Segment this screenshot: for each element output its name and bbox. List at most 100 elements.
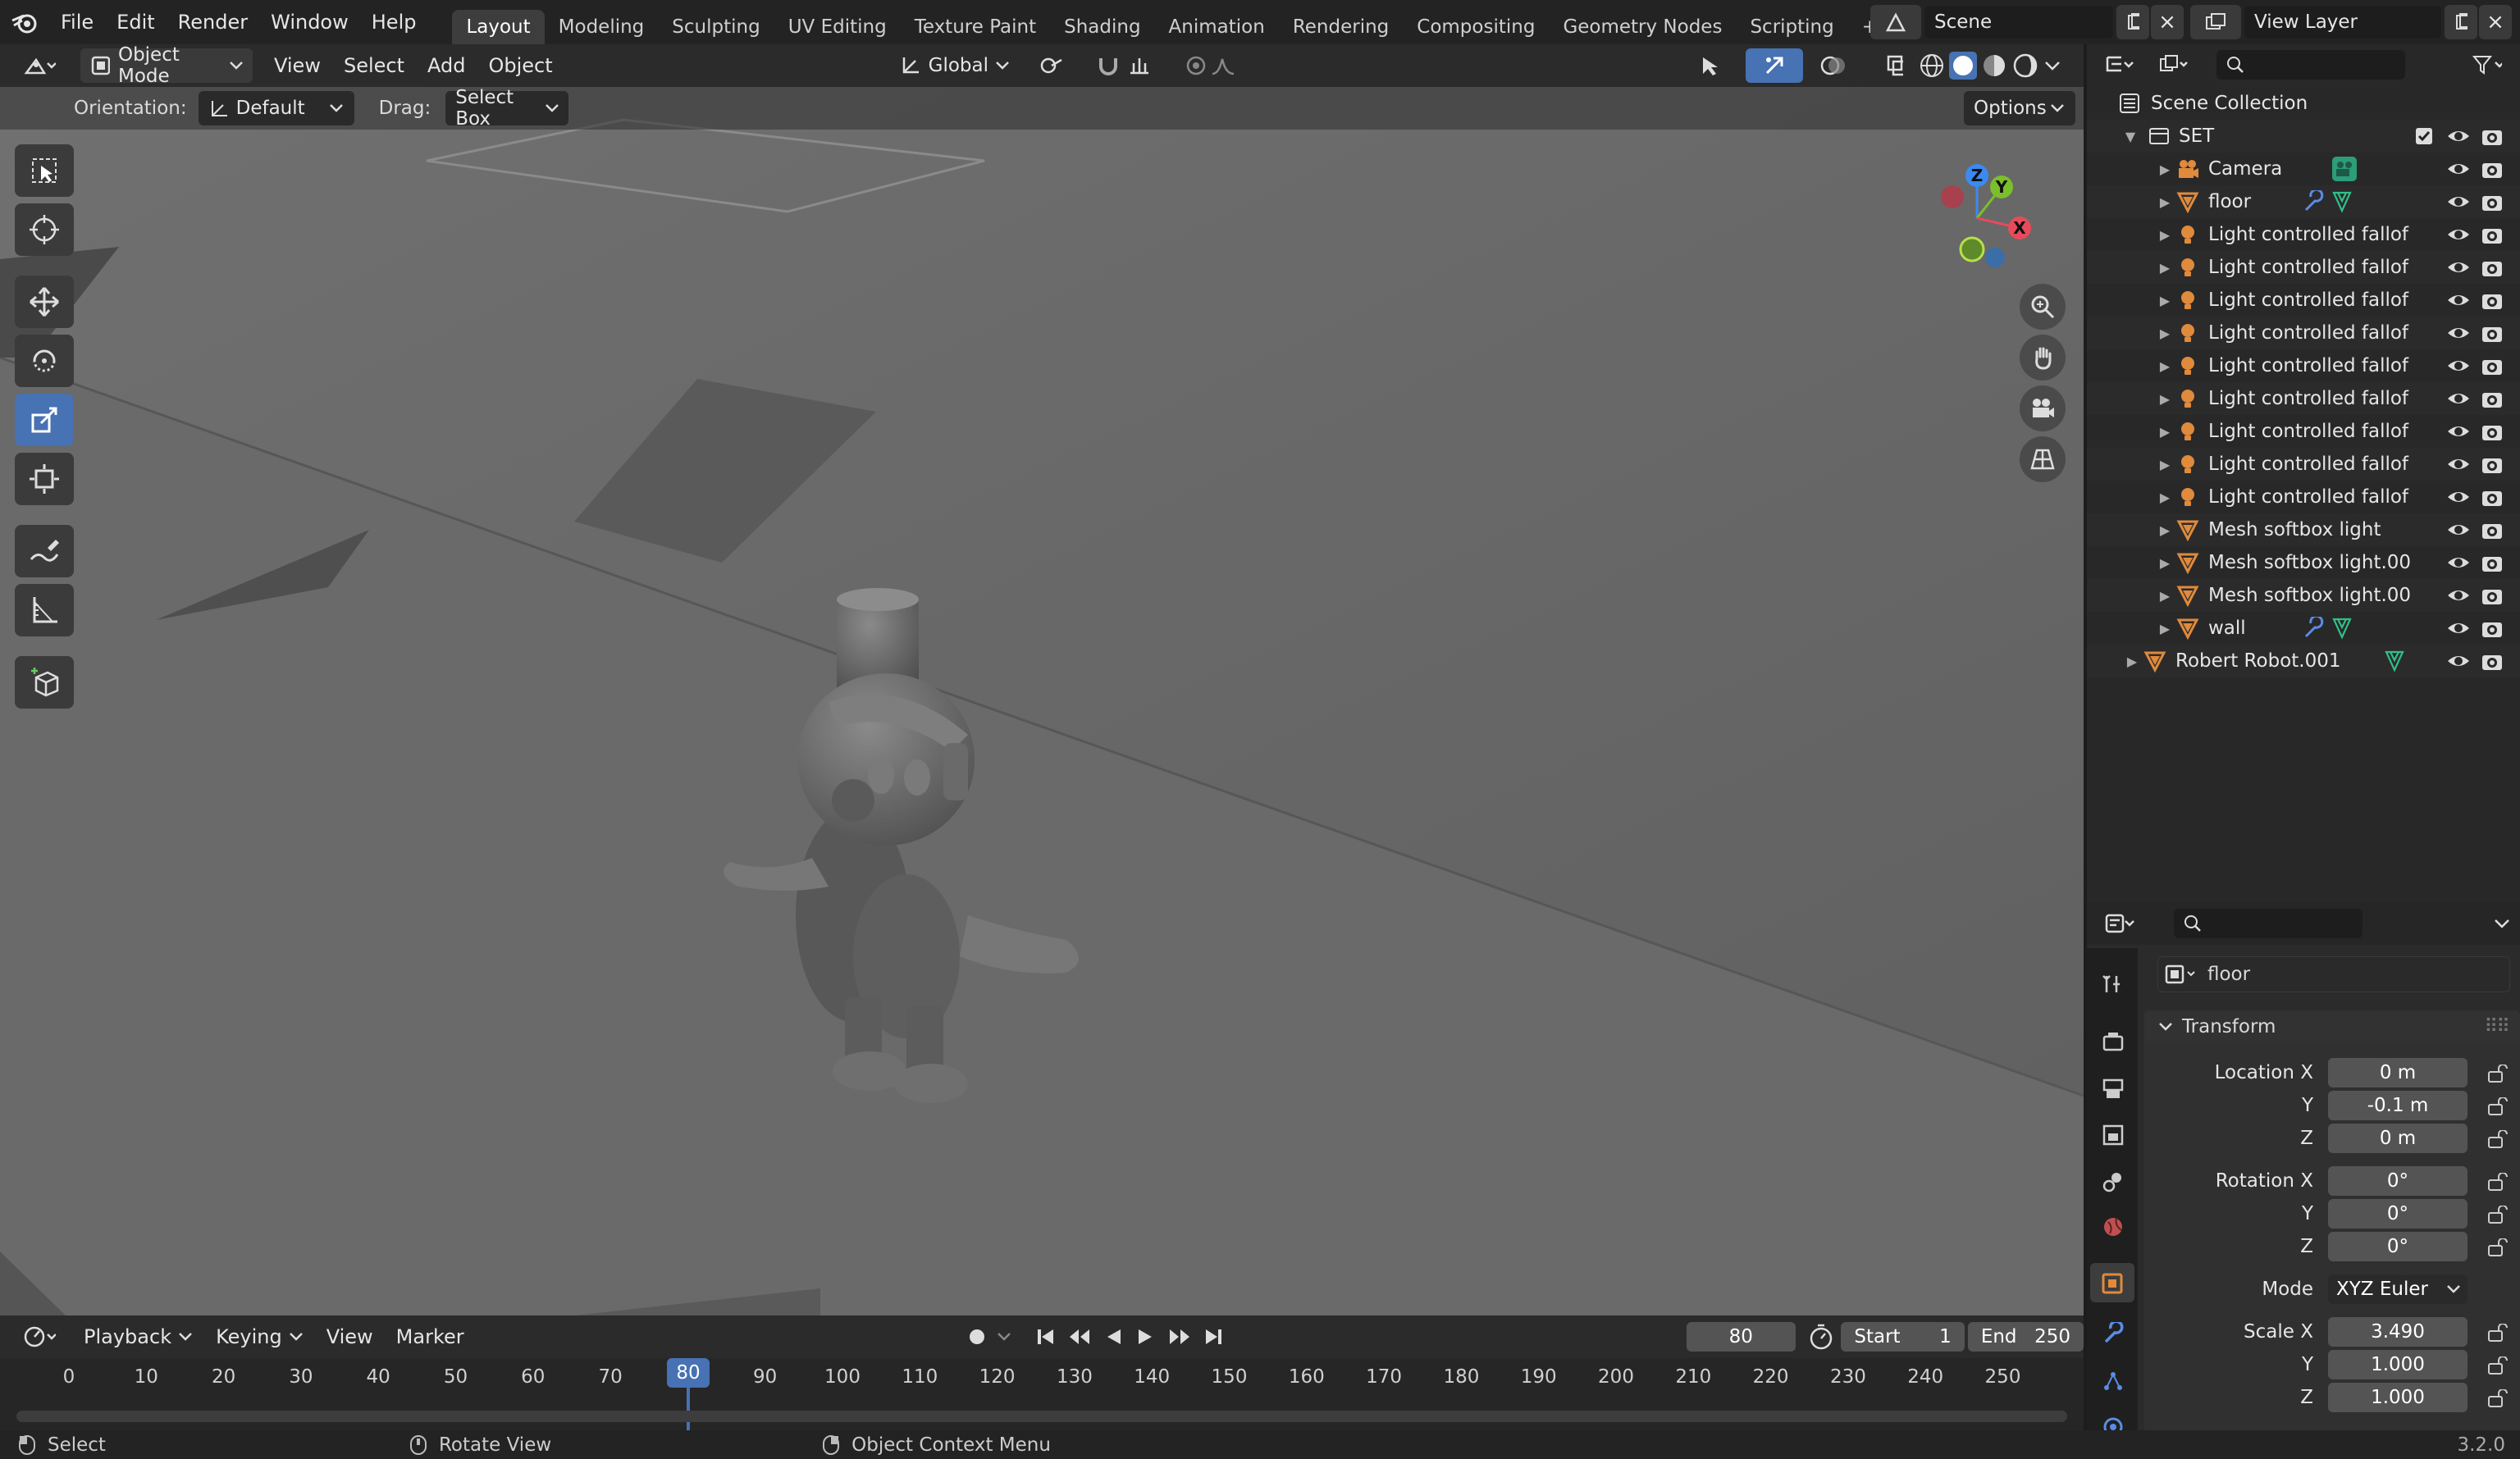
menu-render[interactable]: Render bbox=[167, 0, 259, 44]
lock-icon[interactable] bbox=[2487, 1173, 2512, 1191]
render-camera-icon[interactable] bbox=[2481, 422, 2504, 443]
xray-icon[interactable] bbox=[1875, 48, 1913, 83]
outliner-editor-type-icon[interactable] bbox=[2095, 48, 2144, 82]
eye-icon[interactable] bbox=[2446, 454, 2471, 474]
options-dropdown[interactable]: Options bbox=[1964, 91, 2075, 125]
collection-row-set[interactable]: ▼ SET bbox=[2087, 120, 2520, 153]
tab-layout[interactable]: Layout bbox=[452, 10, 545, 44]
new-view-layer-icon[interactable] bbox=[2445, 5, 2477, 39]
properties-search-input[interactable] bbox=[2174, 909, 2362, 938]
eye-icon[interactable] bbox=[2446, 323, 2471, 343]
rotation-x-input[interactable]: 0° bbox=[2328, 1166, 2468, 1196]
collapsed-triangle-icon[interactable]: ▶ bbox=[2157, 293, 2172, 308]
snap-toggle[interactable] bbox=[1083, 48, 1165, 83]
scale-x-input[interactable]: 3.490 bbox=[2328, 1317, 2468, 1347]
overlays-toggle[interactable] bbox=[1810, 48, 1867, 83]
eye-icon[interactable] bbox=[2446, 586, 2471, 605]
filter-icon[interactable] bbox=[2463, 48, 2512, 82]
eye-icon[interactable] bbox=[2446, 422, 2471, 441]
editor-type-icon[interactable] bbox=[13, 48, 66, 83]
outliner-search-input[interactable] bbox=[2216, 50, 2405, 80]
camera-view-icon[interactable] bbox=[2020, 385, 2066, 431]
render-camera-icon[interactable] bbox=[2481, 290, 2504, 312]
expanded-triangle-icon[interactable]: ▼ bbox=[2123, 129, 2138, 144]
render-camera-icon[interactable] bbox=[2481, 258, 2504, 279]
outliner-row-light[interactable]: ▶ Light controlled fallof bbox=[2087, 448, 2520, 481]
menu-select[interactable]: Select bbox=[332, 44, 416, 87]
tool-tab-icon[interactable] bbox=[2102, 973, 2125, 996]
solid-shading-icon[interactable] bbox=[1948, 52, 1977, 80]
render-camera-icon[interactable] bbox=[2481, 225, 2504, 246]
scale-y-input[interactable]: 1.000 bbox=[2328, 1350, 2468, 1379]
render-camera-icon[interactable] bbox=[2481, 586, 2504, 607]
object-name-field[interactable]: floor bbox=[2157, 956, 2510, 992]
outliner-row-mesh[interactable]: ▶ floor bbox=[2087, 185, 2520, 218]
outliner-row-robert[interactable]: ▶ Robert Robot.001 bbox=[2087, 645, 2520, 677]
object-tab-active[interactable] bbox=[2090, 1263, 2134, 1302]
outliner-row-mesh[interactable]: ▶ Mesh softbox light.00 bbox=[2087, 579, 2520, 612]
properties-editor-type-icon[interactable] bbox=[2095, 906, 2144, 941]
menu-keying[interactable]: Keying bbox=[204, 1315, 315, 1358]
view-layer-tab-icon[interactable] bbox=[2102, 1124, 2125, 1147]
outliner-row-light[interactable]: ▶ Light controlled fallof bbox=[2087, 251, 2520, 284]
start-frame-input[interactable]: Start 1 bbox=[1841, 1322, 1965, 1352]
collapsed-triangle-icon[interactable]: ▶ bbox=[2157, 391, 2172, 407]
tab-rendering[interactable]: Rendering bbox=[1279, 10, 1403, 44]
scene-collection-row[interactable]: Scene Collection bbox=[2087, 87, 2520, 120]
tab-compositing[interactable]: Compositing bbox=[1403, 10, 1549, 44]
mode-dropdown[interactable]: Object Mode bbox=[80, 44, 253, 87]
move-tool-icon[interactable] bbox=[15, 276, 74, 328]
modifier-wrench-icon[interactable] bbox=[2102, 1322, 2125, 1345]
rotation-y-input[interactable]: 0° bbox=[2328, 1199, 2468, 1229]
jump-start-icon[interactable] bbox=[1035, 1326, 1057, 1347]
collapsed-triangle-icon[interactable]: ▶ bbox=[2157, 162, 2172, 177]
playhead-frame-badge[interactable]: 80 bbox=[667, 1358, 710, 1388]
collapsed-triangle-icon[interactable]: ▶ bbox=[2157, 457, 2172, 472]
collapsed-triangle-icon[interactable]: ▶ bbox=[2157, 588, 2172, 604]
scene-name-field[interactable]: Scene bbox=[1924, 6, 2113, 39]
tab-geometry-nodes[interactable]: Geometry Nodes bbox=[1549, 10, 1736, 44]
eye-icon[interactable] bbox=[2446, 225, 2471, 244]
render-camera-icon[interactable] bbox=[2481, 192, 2504, 213]
eye-icon[interactable] bbox=[2446, 356, 2471, 376]
exclude-checkbox-icon[interactable] bbox=[2415, 127, 2433, 145]
rotation-z-input[interactable]: 0° bbox=[2328, 1232, 2468, 1261]
lock-icon[interactable] bbox=[2487, 1356, 2512, 1375]
prev-keyframe-icon[interactable] bbox=[1068, 1326, 1091, 1347]
outliner-row-mesh[interactable]: ▶ Mesh softbox light bbox=[2087, 513, 2520, 546]
play-icon[interactable] bbox=[1135, 1326, 1157, 1347]
chevron-down-icon[interactable] bbox=[2492, 918, 2512, 929]
pivot-point-icon[interactable] bbox=[1029, 48, 1078, 83]
render-camera-icon[interactable] bbox=[2481, 126, 2504, 148]
new-scene-icon[interactable] bbox=[2116, 5, 2149, 39]
measure-tool-icon[interactable] bbox=[15, 584, 74, 636]
menu-object[interactable]: Object bbox=[477, 44, 564, 87]
eye-icon[interactable] bbox=[2446, 651, 2471, 671]
proportional-editing[interactable] bbox=[1173, 48, 1247, 83]
render-camera-icon[interactable] bbox=[2481, 389, 2504, 410]
scene-tab-icon[interactable] bbox=[2102, 1169, 2125, 1192]
add-cube-tool-icon[interactable] bbox=[15, 656, 74, 709]
collapsed-triangle-icon[interactable]: ▶ bbox=[2157, 326, 2172, 341]
cursor-tool-icon[interactable] bbox=[15, 203, 74, 256]
collapsed-triangle-icon[interactable]: ▶ bbox=[2157, 358, 2172, 374]
outliner-row-mesh[interactable]: ▶ wall bbox=[2087, 612, 2520, 645]
lock-icon[interactable] bbox=[2487, 1206, 2512, 1224]
render-tab-icon[interactable] bbox=[2102, 1030, 2125, 1053]
annotate-tool-icon[interactable] bbox=[15, 525, 74, 577]
eye-icon[interactable] bbox=[2446, 258, 2471, 277]
collapsed-triangle-icon[interactable]: ▶ bbox=[2157, 260, 2172, 276]
scene-icon[interactable] bbox=[1870, 5, 1921, 39]
outliner-row-light[interactable]: ▶ Light controlled fallof bbox=[2087, 284, 2520, 317]
render-camera-icon[interactable] bbox=[2481, 553, 2504, 574]
record-icon[interactable] bbox=[966, 1326, 988, 1347]
tab-shading[interactable]: Shading bbox=[1050, 10, 1154, 44]
outliner-row-light[interactable]: ▶ Light controlled fallof bbox=[2087, 415, 2520, 448]
menu-marker[interactable]: Marker bbox=[385, 1315, 476, 1358]
outliner-row-mesh[interactable]: ▶ Mesh softbox light.00 bbox=[2087, 546, 2520, 579]
lock-icon[interactable] bbox=[2487, 1130, 2512, 1148]
lock-icon[interactable] bbox=[2487, 1238, 2512, 1256]
view-layer-icon[interactable] bbox=[2190, 5, 2241, 39]
close-scene-icon[interactable]: × bbox=[2151, 5, 2184, 39]
next-keyframe-icon[interactable] bbox=[1168, 1326, 1191, 1347]
